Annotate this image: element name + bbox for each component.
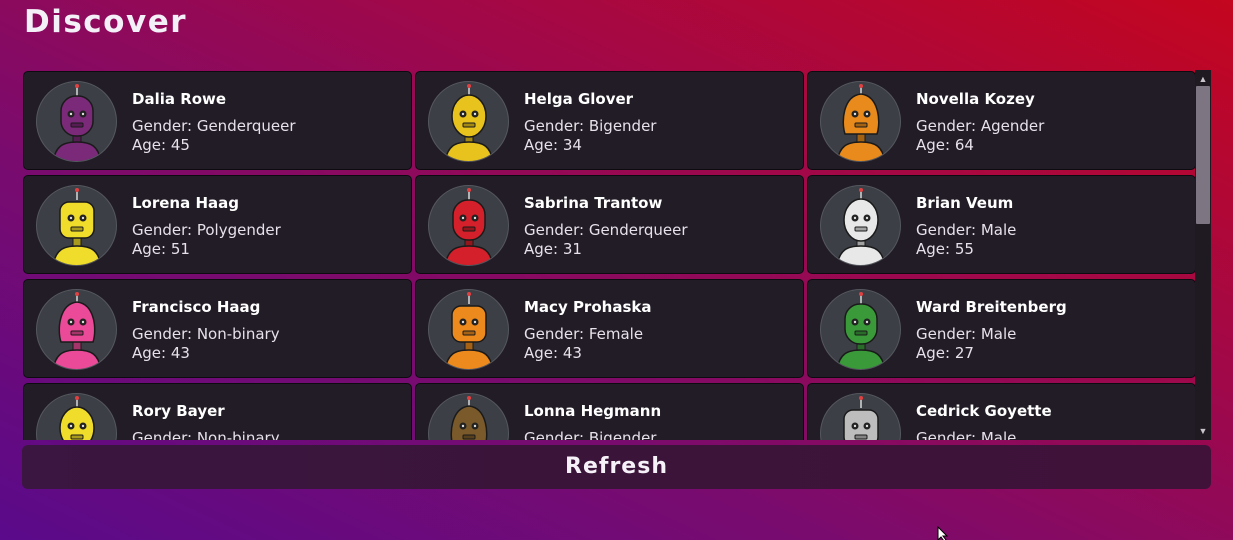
- robot-avatar-icon: [428, 81, 509, 162]
- user-name: Cedrick Goyette: [916, 402, 1052, 420]
- user-gender: Gender: Female: [524, 325, 644, 343]
- vertical-scrollbar[interactable]: ▲ ▼: [1195, 70, 1211, 440]
- user-grid: Dalia Rowe Gender: Genderqueer Age: 45 Hel…: [22, 70, 1196, 440]
- user-age: Age: 45: [132, 136, 190, 154]
- user-name: Macy Prohaska: [524, 298, 652, 316]
- user-gender: Gender: Polygender: [132, 221, 281, 239]
- user-name: Francisco Haag: [132, 298, 261, 316]
- user-age: Age: 34: [524, 136, 582, 154]
- user-card[interactable]: Ward Breitenberg Gender: Male Age: 27: [807, 279, 1196, 378]
- user-gender: Gender: Bigender: [524, 429, 657, 440]
- robot-avatar-icon: [36, 81, 117, 162]
- user-card[interactable]: Rory BayerGender: Non-binaryAge: 40: [23, 383, 412, 440]
- user-gender: Gender: Agender: [916, 117, 1045, 135]
- mouse-cursor-icon: [937, 526, 949, 540]
- user-age: Age: 27: [916, 344, 974, 362]
- user-name: Dalia Rowe: [132, 90, 227, 108]
- user-card[interactable]: Cedrick GoyetteGender: MaleAge: 36: [807, 383, 1196, 440]
- user-name: Brian Veum: [916, 194, 1014, 212]
- scroll-up-arrow-icon[interactable]: ▲: [1195, 72, 1211, 86]
- user-age: Age: 43: [132, 344, 190, 362]
- user-name: Novella Kozey: [916, 90, 1035, 108]
- user-gender: Gender: Genderqueer: [132, 117, 296, 135]
- refresh-button[interactable]: Refresh: [22, 445, 1211, 489]
- user-card[interactable]: Dalia Rowe Gender: Genderqueer Age: 45: [23, 71, 412, 170]
- user-gender: Gender: Bigender: [524, 117, 657, 135]
- user-gender: Gender: Male: [916, 221, 1017, 239]
- user-card[interactable]: Macy Prohaska Gender: Female Age: 43: [415, 279, 804, 378]
- user-gender: Gender: Genderqueer: [524, 221, 688, 239]
- robot-avatar-icon: [820, 289, 901, 370]
- user-card[interactable]: Lorena Haag Gender: Polygender Age: 51: [23, 175, 412, 274]
- robot-avatar-icon: [36, 289, 117, 370]
- user-age: Age: 43: [524, 344, 582, 362]
- user-age: Age: 31: [524, 240, 582, 258]
- user-name: Helga Glover: [524, 90, 634, 108]
- user-name: Ward Breitenberg: [916, 298, 1067, 316]
- user-card[interactable]: Sabrina Trantow Gender: Genderqueer Age: 3…: [415, 175, 804, 274]
- user-gender: Gender: Male: [916, 429, 1017, 440]
- user-card[interactable]: Helga Glover Gender: Bigender Age: 34: [415, 71, 804, 170]
- robot-avatar-icon: [820, 393, 901, 440]
- user-gender: Gender: Non-binary: [132, 325, 280, 343]
- user-name: Lonna Hegmann: [524, 402, 662, 420]
- robot-avatar-icon: [36, 185, 117, 266]
- robot-avatar-icon: [820, 185, 901, 266]
- scroll-down-arrow-icon[interactable]: ▼: [1195, 424, 1211, 438]
- user-age: Age: 55: [916, 240, 974, 258]
- user-gender: Gender: Non-binary: [132, 429, 280, 440]
- robot-avatar-icon: [428, 289, 509, 370]
- user-name: Rory Bayer: [132, 402, 225, 420]
- user-age: Age: 51: [132, 240, 190, 258]
- user-card[interactable]: Francisco Haag Gender: Non-binary Age: 43: [23, 279, 412, 378]
- robot-avatar-icon: [428, 393, 509, 440]
- robot-avatar-icon: [820, 81, 901, 162]
- user-age: Age: 64: [916, 136, 974, 154]
- user-card[interactable]: Novella Kozey Gender: Agender Age: 64: [807, 71, 1196, 170]
- user-card[interactable]: Brian Veum Gender: Male Age: 55: [807, 175, 1196, 274]
- user-gender: Gender: Male: [916, 325, 1017, 343]
- robot-avatar-icon: [428, 185, 509, 266]
- user-name: Sabrina Trantow: [524, 194, 663, 212]
- user-card[interactable]: Lonna HegmannGender: BigenderAge: 38: [415, 383, 804, 440]
- user-grid-viewport[interactable]: Dalia Rowe Gender: Genderqueer Age: 45 Hel…: [22, 70, 1212, 440]
- robot-avatar-icon: [36, 393, 117, 440]
- user-name: Lorena Haag: [132, 194, 239, 212]
- scroll-thumb[interactable]: [1196, 86, 1210, 224]
- page-title: Discover: [24, 4, 188, 40]
